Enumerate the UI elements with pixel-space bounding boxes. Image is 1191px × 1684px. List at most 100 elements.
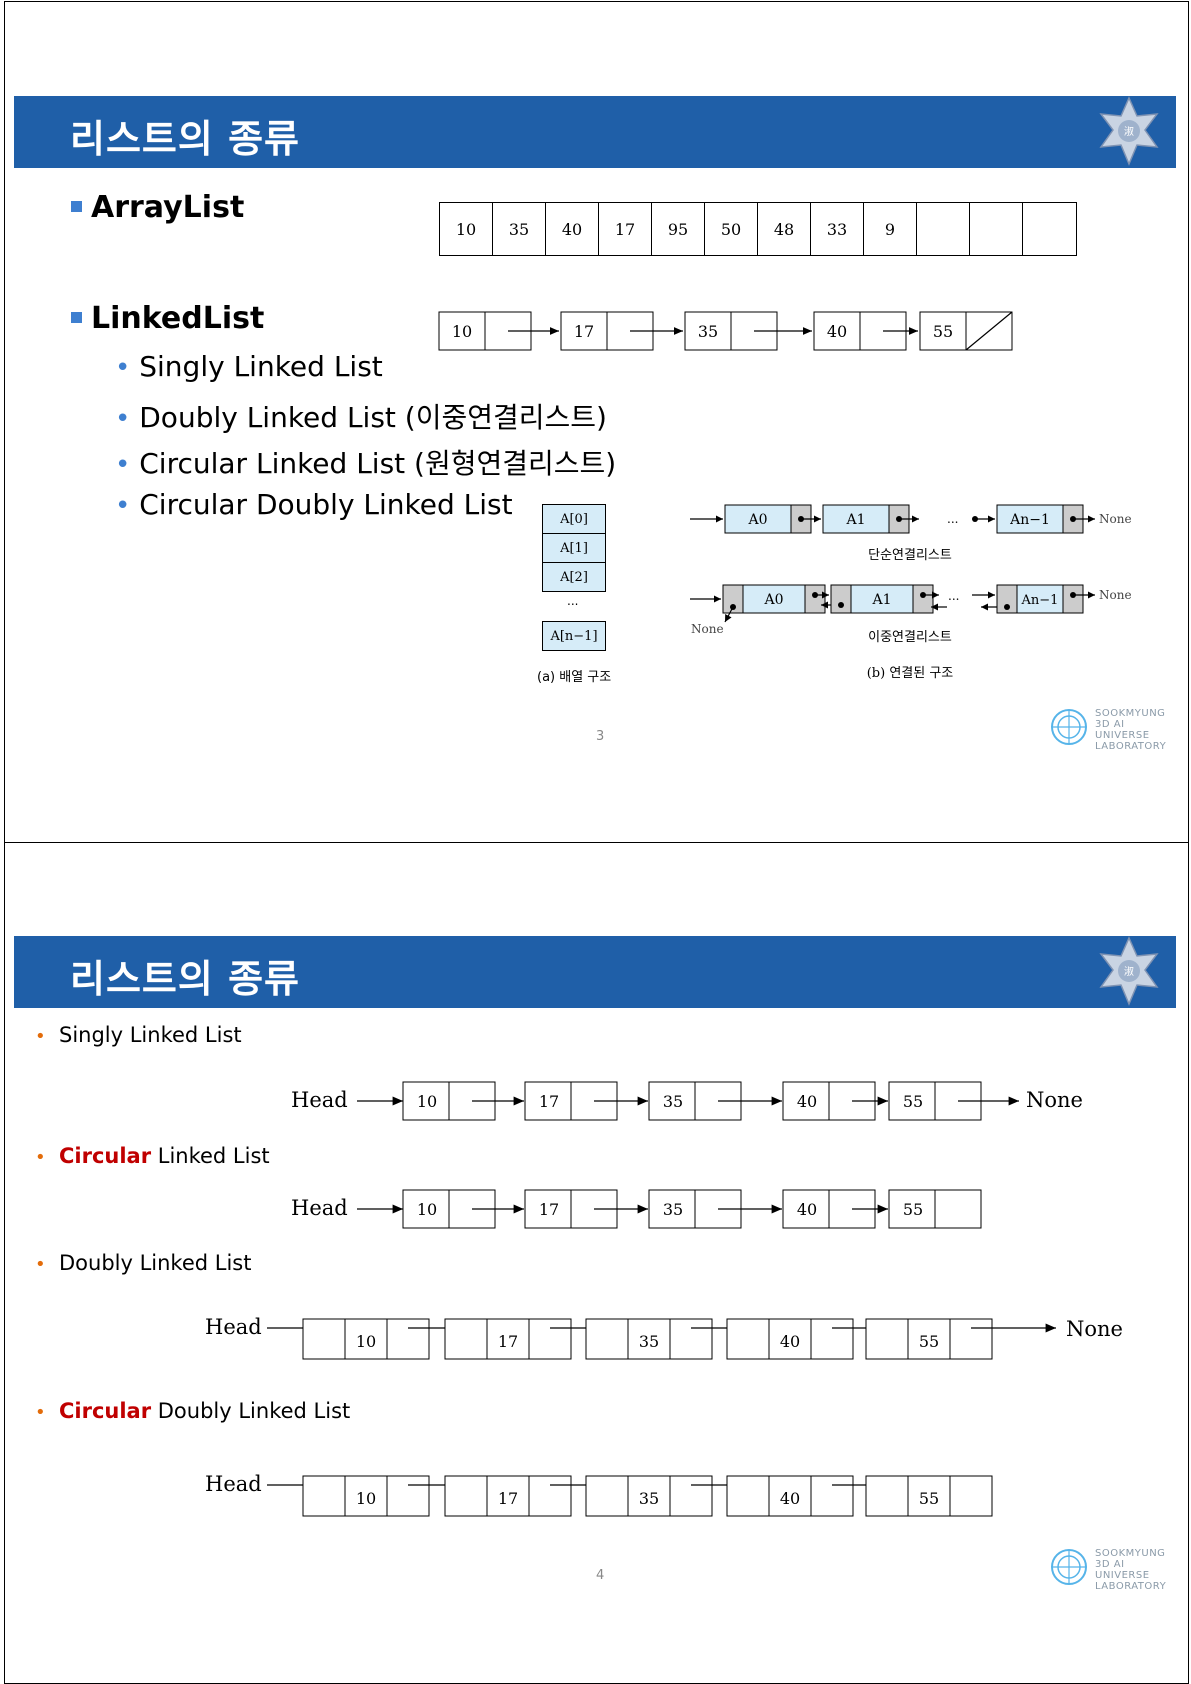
linked-structure-figure: A0 A1 ... An−1 None 단순연결리스트 A0 None A1 .… — [690, 504, 1132, 681]
array-cell: 9 — [864, 203, 917, 255]
array-cell: 17 — [599, 203, 652, 255]
array-cell: A[1] — [542, 533, 606, 563]
array-cell: 95 — [652, 203, 705, 255]
bullet-square — [71, 201, 82, 212]
array-cell: 40 — [546, 203, 599, 255]
slide-4: 리스트의 종류 淑 • Singly Linked List • Circula… — [4, 842, 1189, 1684]
array-cell: 50 — [705, 203, 758, 255]
singly-caption: 단순연결리스트 — [868, 548, 952, 563]
array-cell: 10 — [440, 203, 493, 255]
bullet-square — [71, 312, 82, 323]
array-ellipsis: ... — [567, 594, 579, 608]
node-link-cell — [934, 1189, 982, 1229]
node-value: 40 — [827, 322, 847, 341]
title-bar: 리스트의 종류 淑 — [14, 96, 1176, 168]
linkedlist-diagram: 10 17 35 40 55 — [438, 311, 1013, 351]
array-cell — [970, 203, 1023, 255]
page-number: 4 — [596, 1568, 605, 1583]
svg-text:淑: 淑 — [1124, 125, 1134, 138]
node-value: 55 — [903, 1200, 923, 1219]
node-value: 35 — [663, 1092, 683, 1111]
doubly-caption: 이중연결리스트 — [868, 630, 952, 645]
node-prev-cell — [585, 1318, 629, 1360]
slide-3: 리스트의 종류 淑 ArrayList 10 35 40 17 95 50 48 33 9 Li… — [4, 1, 1189, 844]
sub-item-singly: • Singly Linked List — [115, 350, 383, 383]
node-prev-cell — [726, 1475, 770, 1517]
page-number: 3 — [596, 729, 605, 744]
array-cell: A[0] — [542, 504, 606, 534]
node-prev-cell — [865, 1475, 909, 1517]
node-value: 10 — [417, 1200, 437, 1219]
node-value: 10 — [356, 1332, 376, 1351]
lab-logo-icon — [1051, 1549, 1087, 1585]
node-value: 10 — [452, 322, 472, 341]
sub-item-circular-doubly: • Circular Doubly Linked List — [115, 488, 513, 521]
head-label: Head — [205, 1472, 262, 1496]
node-value: 40 — [780, 1332, 800, 1351]
node-value: 17 — [539, 1200, 559, 1219]
node-prev-cell — [726, 1318, 770, 1360]
node-value: 55 — [903, 1092, 923, 1111]
node-next-cell — [386, 1475, 430, 1517]
array-cell: 33 — [811, 203, 864, 255]
node-value: 17 — [574, 322, 594, 341]
node-value: 35 — [698, 322, 718, 341]
node-prev-cell — [585, 1475, 629, 1517]
head-label: Head — [291, 1088, 348, 1112]
lab-logo-text: SOOKMYUNG 3D AI UNIVERSE LABORATORY — [1095, 1548, 1167, 1592]
node-a1-label: A1 — [871, 592, 891, 608]
list-diagrams: Head 10 17 35 40 55 None Head 10 17 35 40 55 Head 10 17… — [205, 1081, 1123, 1517]
array-cell: 35 — [493, 203, 546, 255]
node-prev-cell — [302, 1318, 346, 1360]
node-value: 35 — [639, 1332, 659, 1351]
none-label: None — [691, 622, 724, 636]
node-value: 10 — [356, 1489, 376, 1508]
array-caption: (a) 배열 구조 — [537, 670, 612, 685]
array-cell: A[2] — [542, 562, 606, 592]
node-next-cell — [669, 1318, 713, 1360]
ellipsis: ... — [947, 512, 958, 526]
node-value: 40 — [797, 1092, 817, 1111]
none-label: None — [1066, 1317, 1123, 1341]
arraylist-diagram: 10 35 40 17 95 50 48 33 9 — [439, 202, 1077, 256]
node-value: 35 — [639, 1489, 659, 1508]
array-cell: A[n−1] — [542, 621, 606, 651]
node-value: 17 — [498, 1489, 518, 1508]
sub-item-circular: • Circular Linked List (원형연결리스트) — [115, 447, 617, 480]
node-prev-cell — [444, 1475, 488, 1517]
university-emblem-icon: 淑 — [1099, 96, 1159, 166]
node-value: 55 — [919, 1489, 939, 1508]
slide-title: 리스트의 종류 — [70, 117, 300, 161]
node-next-cell — [810, 1475, 854, 1517]
lab-logo-icon — [1051, 709, 1087, 745]
node-value: 55 — [919, 1332, 939, 1351]
node-a1-label: A1 — [845, 512, 865, 528]
none-label: None — [1099, 588, 1132, 602]
node-next-cell — [949, 1475, 993, 1517]
node-an-label: An−1 — [1021, 593, 1059, 608]
sub-item-doubly: • Doubly Linked List (이중연결리스트) — [115, 401, 607, 434]
none-label: None — [1099, 512, 1132, 526]
node-value: 17 — [539, 1092, 559, 1111]
head-label: Head — [291, 1196, 348, 1220]
head-label: Head — [205, 1315, 262, 1339]
lab-logo-text: SOOKMYUNG 3D AI UNIVERSE LABORATORY — [1095, 708, 1167, 752]
node-an-label: An−1 — [1009, 512, 1050, 528]
node-value: 55 — [933, 322, 953, 341]
node-a0-label: A0 — [763, 592, 783, 608]
array-cell — [1023, 203, 1076, 255]
node-value: 40 — [797, 1200, 817, 1219]
lab-logo: SOOKMYUNG 3D AI UNIVERSE LABORATORY — [1049, 1547, 1179, 1592]
node-prev-cell — [865, 1318, 909, 1360]
node-prev-cell — [302, 1475, 346, 1517]
node-value: 17 — [498, 1332, 518, 1351]
node-value: 35 — [663, 1200, 683, 1219]
none-label: None — [1026, 1088, 1083, 1112]
node-a0-label: A0 — [747, 512, 767, 528]
node-value: 40 — [780, 1489, 800, 1508]
linkedlist-heading: LinkedList — [91, 301, 265, 336]
node-next-cell — [528, 1318, 572, 1360]
array-cell: 48 — [758, 203, 811, 255]
ellipsis: ... — [948, 589, 959, 603]
node-next-cell — [810, 1318, 854, 1360]
